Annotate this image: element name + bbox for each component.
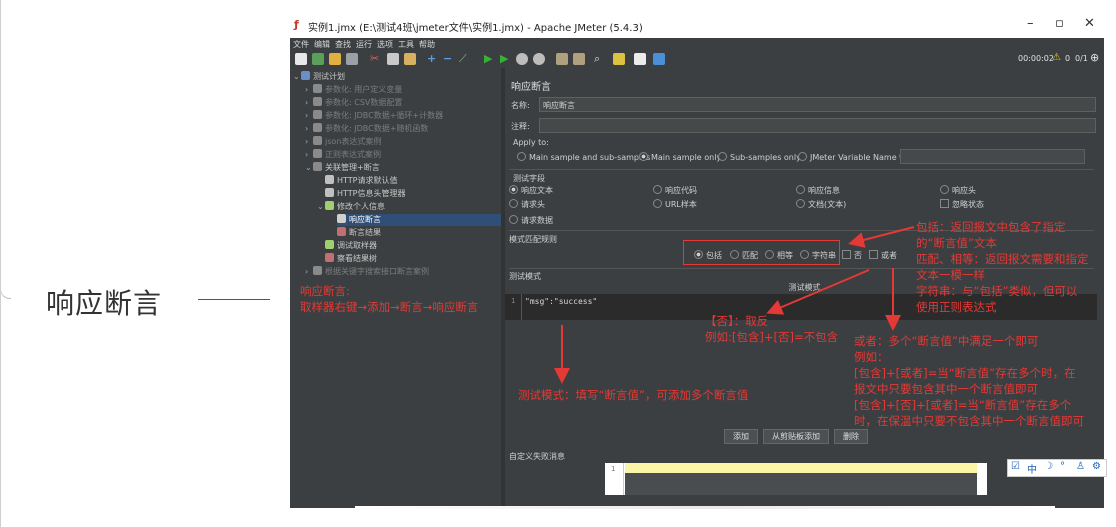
annotation-arrows [554,226,915,384]
arrow-include [848,226,915,248]
bottom-edge [355,506,1055,509]
arrow-not [766,269,870,315]
